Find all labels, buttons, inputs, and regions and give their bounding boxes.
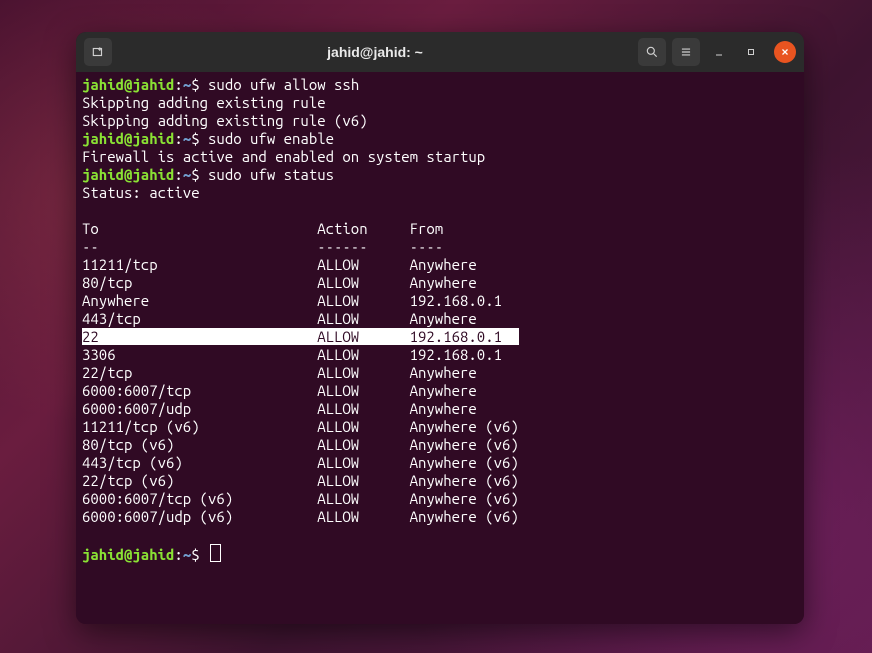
new-tab-button[interactable]	[84, 38, 112, 66]
search-button[interactable]	[638, 38, 666, 66]
desktop-background: jahid@jahid: ~ jahid@jahid:~$ sudo ufw a…	[0, 0, 872, 653]
titlebar: jahid@jahid: ~	[76, 32, 804, 72]
cursor	[210, 544, 221, 562]
window-title: jahid@jahid: ~	[118, 44, 632, 60]
maximize-icon	[745, 46, 757, 58]
menu-button[interactable]	[672, 38, 700, 66]
close-button[interactable]	[774, 41, 796, 63]
new-tab-icon	[91, 45, 105, 59]
terminal-window: jahid@jahid: ~ jahid@jahid:~$ sudo ufw a…	[76, 32, 804, 624]
minimize-button[interactable]	[706, 38, 732, 66]
close-icon	[780, 47, 790, 57]
search-icon	[645, 45, 659, 59]
hamburger-icon	[679, 45, 693, 59]
terminal-content[interactable]: jahid@jahid:~$ sudo ufw allow ssh Skippi…	[76, 72, 804, 624]
maximize-button[interactable]	[738, 38, 764, 66]
minimize-icon	[713, 46, 725, 58]
